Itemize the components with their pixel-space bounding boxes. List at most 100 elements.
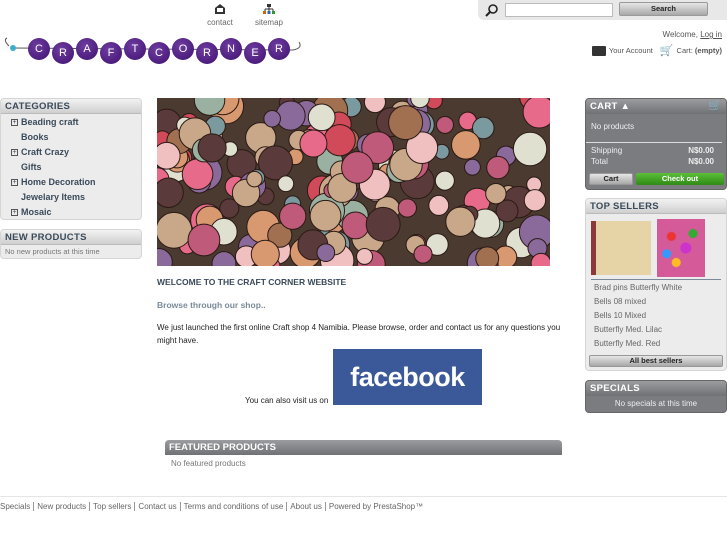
footer-link[interactable]: Powered by PrestaShop™ [324,502,427,511]
expand-plus-icon[interactable]: + [11,179,18,186]
cart-button[interactable]: Cart [589,173,633,185]
logo-bead: R [196,42,218,64]
bead-mark [197,133,227,163]
new-products-empty: No new products at this time [5,247,100,256]
bead-mark [341,151,374,184]
bead-mark [246,170,263,188]
footer-link[interactable]: Specials [0,502,33,511]
logo-bead: R [52,42,74,64]
bead-mark [428,194,450,216]
login-link[interactable]: Log in [700,30,722,39]
logo-bead: R [268,38,290,60]
search-input[interactable] [505,3,613,17]
shipping-label: Shipping [591,146,623,155]
welcome-text: Welcome, Log in [663,30,722,39]
contact-label: contact [207,18,233,27]
category-label: Mosaic [21,207,52,217]
top-sellers-title: TOP SELLERS [586,199,726,214]
search-bar: Search [478,0,727,20]
collapse-arrow-icon[interactable]: ▲ [621,101,631,112]
welcome-label: Welcome, [662,30,698,39]
specials-empty: No specials at this time [614,399,698,408]
cart-empty: No products [586,114,722,143]
category-item[interactable]: + Craft Crazy [1,145,141,160]
logo-bead: O [172,38,194,60]
cart-label: Cart: [676,46,693,55]
footer-link[interactable]: Top sellers [89,502,135,511]
bead-mark [263,109,281,128]
hero-beads-image [157,98,550,266]
bead-mark [279,202,307,230]
expand-plus-icon[interactable]: + [11,119,18,126]
welcome-heading: WELCOME TO THE CRAFT CORNER WEBSITE [157,277,347,287]
top-seller-item[interactable]: Brad pins Butterfly White [586,281,726,295]
expand-plus-icon[interactable]: + [11,209,18,216]
logo-bead: T [124,38,146,60]
top-sellers-box: TOP SELLERS Brad pins Butterfly White Bel… [585,198,727,371]
bead-mark [388,105,424,141]
bead-mark [523,189,547,212]
bead-mark [309,199,342,232]
bead-mark [250,239,280,266]
cart-title[interactable]: CART [590,101,618,112]
category-label: Books [21,132,49,142]
category-item[interactable]: + Beading craft [1,115,141,130]
bead-mark [187,223,221,257]
top-seller-item[interactable]: Butterfly Med. Lilac [586,323,726,337]
categories-title: CATEGORIES [1,99,141,114]
sitemap-label: sitemap [254,18,283,27]
categories-box: CATEGORIES + Beading craft Books + Craft Cra… [0,98,142,220]
cart-icon: 🛒 [659,45,674,57]
bead-mark [397,198,417,218]
footer-link[interactable]: About us [286,502,325,511]
bead-mark [356,247,374,265]
expand-plus-icon[interactable]: + [11,149,18,156]
bead-mark [157,141,181,170]
logo-bead: C [148,42,170,64]
top-seller-item[interactable]: Butterfly Med. Red [586,337,726,351]
bead-mark [436,115,454,134]
total-label: Total [591,157,608,166]
cart-box-icon: 🛒 [708,100,722,112]
facebook-link[interactable]: facebook [333,349,482,405]
category-item[interactable]: + Home Decoration [1,175,141,190]
footer-link[interactable]: Contact us [134,502,180,511]
top-seller-item[interactable]: Bells 08 mixed [586,295,726,309]
category-item[interactable]: Gifts [1,160,141,175]
logo-bead: E [244,42,266,64]
bead-mark [475,246,500,266]
logo-bead: F [100,42,122,64]
bead-mark [445,206,476,237]
bead-mark [307,103,336,132]
product-thumb-bells[interactable] [657,219,705,277]
logo-bead: A [76,38,98,60]
checkout-button[interactable]: Check out [636,173,724,185]
bead-mark [157,211,193,249]
footer-link[interactable]: New products [33,502,90,511]
all-best-sellers-button[interactable]: All best sellers [589,355,723,367]
category-item[interactable]: Jewelary Items [1,190,141,205]
shipping-value: N$0.00 [688,146,714,155]
category-item[interactable]: Books [1,130,141,145]
logo-bead: N [220,38,242,60]
bead-mark [341,211,370,240]
product-thumb-brad-pins[interactable] [591,221,651,275]
search-button[interactable]: Search [619,2,708,16]
cart-link[interactable]: Cart: (empty) [677,46,722,55]
contact-link[interactable]: contact [200,4,240,27]
bead-mark [323,124,356,157]
bead-mark [451,130,481,160]
bead-mark [181,158,214,191]
specials-box: SPECIALS No specials at this time [585,380,727,413]
footer-links: Specials New products Top sellers Contact u… [0,502,427,511]
category-label: Gifts [21,162,42,172]
new-products-box: NEW PRODUCTS No new products at this tim… [0,229,142,259]
footer-link[interactable]: Terms and conditions of use [179,502,287,511]
account-link[interactable]: Your Account [609,46,653,55]
top-seller-item[interactable]: Bells 10 Mixed [586,309,726,323]
logo[interactable]: CRAFTCORNER [3,36,303,66]
category-label: Beading craft [21,117,79,127]
category-item[interactable]: + Mosaic [1,205,141,219]
sitemap-link[interactable]: sitemap [249,4,289,27]
account-icon [591,45,606,56]
